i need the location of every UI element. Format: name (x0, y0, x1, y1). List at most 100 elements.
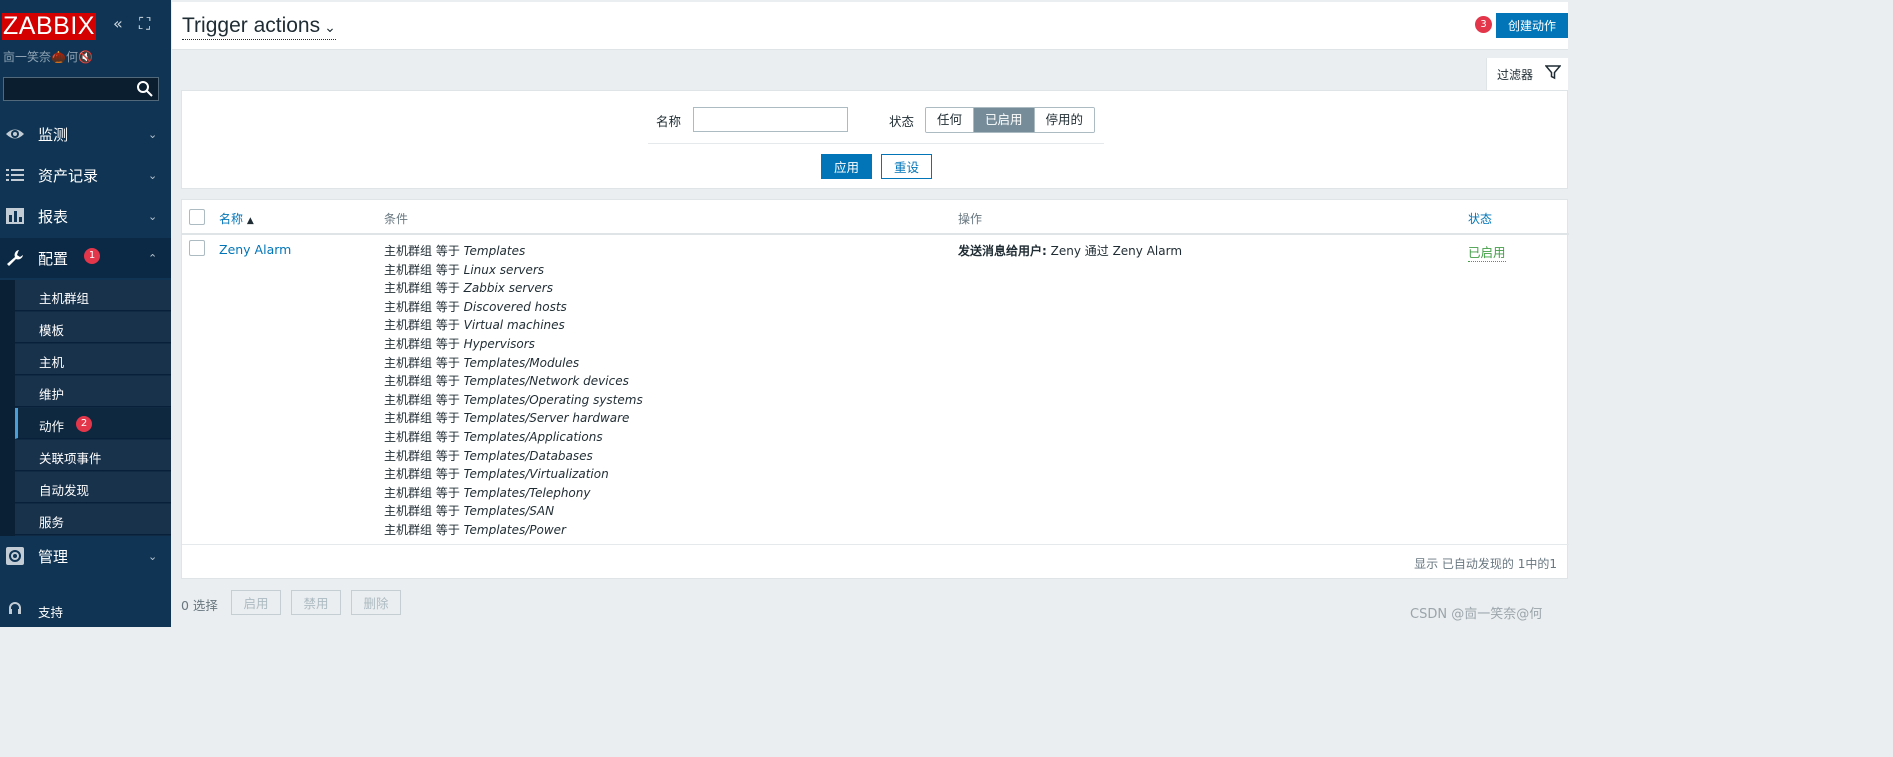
submenu-label: 动作 (39, 419, 65, 434)
condition-value: Templates/Power (463, 522, 566, 537)
condition-prefix: 主机群组 等于 (384, 262, 460, 277)
submenu-label: 主机群组 (39, 291, 90, 306)
table-stats: 显示 已自动发现的 1中的1 (1414, 557, 1557, 571)
chevron-down-icon: ⌄ (148, 209, 158, 223)
zabbix-logo[interactable]: ZABBIX (2, 13, 96, 40)
status-option-disabled[interactable]: 停用的 (1034, 108, 1095, 132)
condition-item: 主机群组 等于 Templates/Databases (384, 447, 643, 466)
submenu-maintenance[interactable]: 维护 (15, 376, 171, 407)
action-name-link[interactable]: Zeny Alarm (219, 242, 291, 257)
submenu-label: 维护 (39, 387, 65, 402)
operations-cell: 发送消息给用户: Zeny 通过 Zeny Alarm (958, 242, 1182, 259)
condition-value: Discovered hosts (463, 299, 567, 314)
menu-configuration[interactable]: 配置 1 ⌃ (0, 238, 171, 278)
chevron-up-icon: ⌃ (148, 251, 158, 265)
list-icon (6, 169, 24, 181)
status-option-enabled[interactable]: 已启用 (974, 108, 1035, 132)
column-header-status[interactable]: 状态 (1468, 210, 1492, 227)
condition-item: 主机群组 等于 Linux servers (384, 261, 643, 280)
condition-prefix: 主机群组 等于 (384, 522, 460, 537)
condition-item: 主机群组 等于 Discovered hosts (384, 298, 643, 317)
header-divider (182, 233, 1569, 235)
submenu-label: 自动发现 (39, 483, 90, 498)
selected-count: 0 选择 (181, 598, 218, 613)
notification-badge: 1 (84, 248, 100, 264)
submenu-discovery[interactable]: 自动发现 (15, 472, 171, 503)
condition-item: 主机群组 等于 Templates/Virtualization (384, 465, 643, 484)
status-segmented-control: 任何 已启用 停用的 (925, 107, 1096, 133)
submenu-services[interactable]: 服务 (15, 504, 171, 535)
submenu-templates[interactable]: 模板 (15, 312, 171, 343)
apply-button[interactable]: 应用 (821, 154, 872, 179)
filter-tab-label: 过滤器 (1497, 68, 1534, 82)
condition-prefix: 主机群组 等于 (384, 429, 460, 444)
condition-prefix: 主机群组 等于 (384, 318, 460, 333)
collapse-sidebar-icon[interactable]: « (113, 14, 123, 33)
submenu-host-groups[interactable]: 主机群组 (15, 280, 171, 311)
condition-prefix: 主机群组 等于 (384, 374, 460, 389)
reset-button[interactable]: 重设 (881, 154, 932, 179)
condition-value: Templates (463, 244, 526, 258)
notification-badge: 2 (76, 416, 92, 432)
create-action-button[interactable]: 创建动作 (1496, 13, 1568, 38)
submenu-label: 模板 (39, 323, 65, 338)
menu-reports[interactable]: 报表 ⌄ (0, 196, 171, 236)
enable-button[interactable]: 启用 (231, 590, 281, 615)
submenu-label: 主机 (39, 355, 65, 370)
menu-administration[interactable]: 管理 ⌄ (0, 536, 171, 576)
disable-button[interactable]: 禁用 (291, 590, 341, 615)
condition-prefix: 主机群组 等于 (384, 281, 460, 296)
column-header-name-label: 名称 (219, 212, 244, 226)
page-title-text: Trigger actions (182, 14, 321, 37)
column-header-name[interactable]: 名称 ▲ (219, 210, 254, 227)
filter-tab[interactable]: 过滤器 (1486, 58, 1568, 91)
menu-inventory[interactable]: 资产记录 ⌄ (0, 155, 171, 195)
row-checkbox[interactable] (189, 240, 205, 256)
configuration-submenu: 主机群组 模板 主机 维护 动作 2 关联项事件 自动发现 服务 (15, 280, 171, 536)
watermark: CSDN @㐭一笑奈@何 (1410, 607, 1543, 622)
name-label: 名称 (656, 114, 682, 129)
condition-item: 主机群组 等于 Hypervisors (384, 335, 643, 354)
menu-support[interactable]: 支持 (0, 598, 171, 622)
column-header-conditions: 条件 (384, 212, 409, 226)
funnel-icon (1545, 65, 1561, 80)
submenu-label: 关联项事件 (39, 451, 102, 466)
condition-prefix: 主机群组 等于 (384, 467, 460, 482)
condition-item: 主机群组 等于 Templates/SAN (384, 502, 643, 521)
table-footer-divider (182, 544, 1569, 545)
submenu-indent (0, 280, 15, 536)
condition-prefix: 主机群组 等于 (384, 504, 460, 519)
status-toggle-link[interactable]: 已启用 (1468, 242, 1506, 262)
eye-icon (6, 129, 24, 139)
name-filter-input[interactable] (693, 107, 848, 132)
condition-value: Templates/Databases (463, 448, 593, 463)
condition-value: Templates/Applications (463, 429, 603, 444)
menu-monitoring[interactable]: 监测 ⌄ (0, 114, 171, 154)
submenu-actions[interactable]: 动作 2 (15, 408, 171, 439)
submenu-label: 服务 (39, 515, 65, 530)
operation-label: 发送消息给用户: (958, 244, 1047, 258)
menu-label: 监测 (38, 125, 69, 144)
page-title[interactable]: Trigger actions ⌄ (182, 14, 336, 40)
filter-divider (648, 143, 1104, 144)
search-input[interactable] (4, 78, 132, 100)
submenu-hosts[interactable]: 主机 (15, 344, 171, 375)
select-all-checkbox[interactable] (189, 209, 205, 225)
submenu-event-correlation[interactable]: 关联项事件 (15, 440, 171, 471)
condition-value: Virtual machines (463, 318, 565, 333)
condition-prefix: 主机群组 等于 (384, 392, 460, 407)
chart-icon (6, 208, 24, 224)
condition-value: Templates/Server hardware (463, 411, 630, 426)
condition-prefix: 主机群组 等于 (384, 336, 460, 351)
status-option-any[interactable]: 任何 (926, 108, 975, 132)
wrench-icon (7, 250, 23, 266)
delete-button[interactable]: 删除 (351, 590, 401, 615)
kiosk-mode-icon[interactable]: ⛶ (139, 14, 150, 34)
chevron-down-icon: ⌄ (148, 127, 158, 141)
condition-value: Templates/SAN (463, 504, 555, 519)
status-label: 状态 (889, 114, 915, 129)
condition-value: Hypervisors (463, 336, 535, 351)
search-icon[interactable] (136, 80, 154, 98)
sort-asc-icon: ▲ (246, 216, 254, 226)
column-header-operations: 操作 (958, 212, 983, 226)
